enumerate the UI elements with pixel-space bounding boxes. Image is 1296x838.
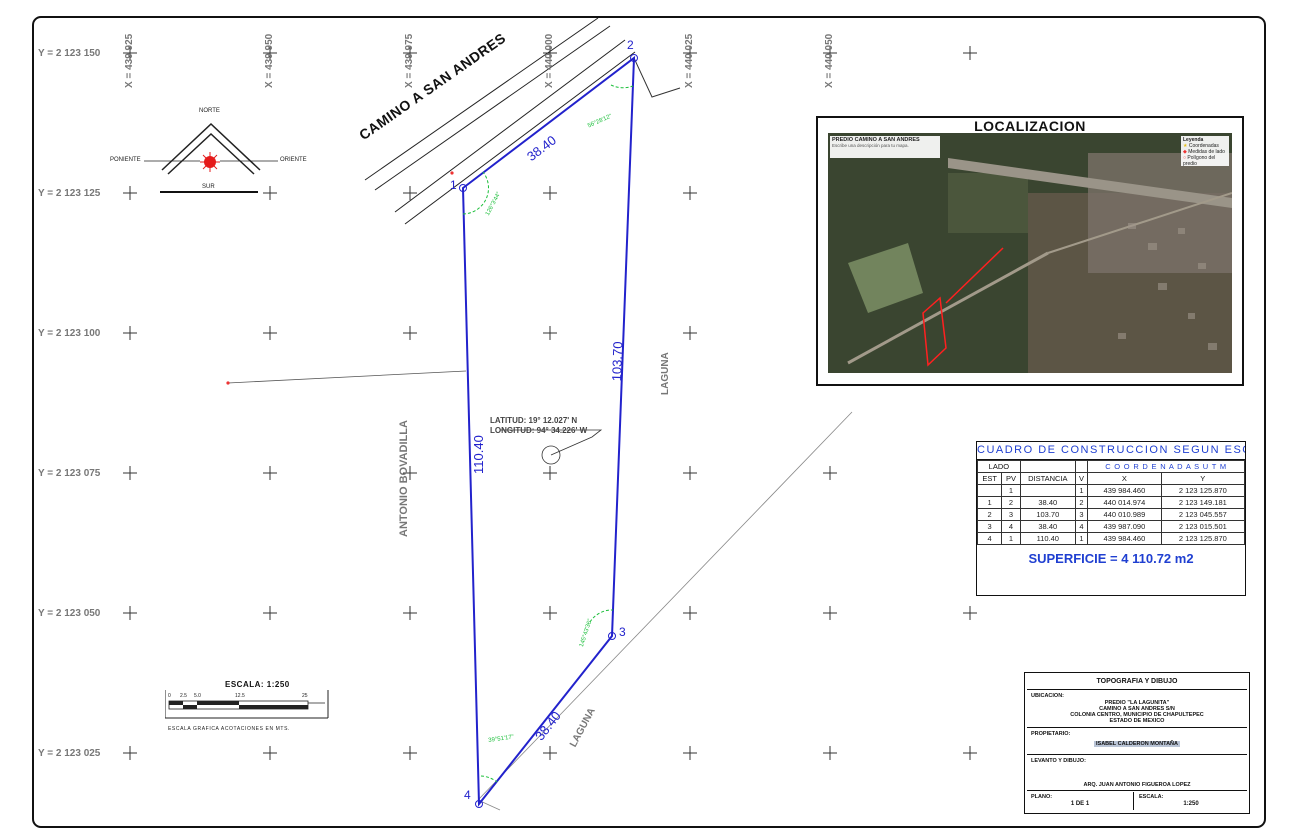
- escala-label: ESCALA:: [1139, 794, 1164, 800]
- title-block-header: TOPOGRAFIA Y DIBUJO: [1096, 678, 1178, 685]
- y-label: Y = 2 123 150: [38, 48, 101, 59]
- side-length-4-1: 110.40: [471, 435, 486, 474]
- ubicacion-line: ESTADO DE MEXICO: [1109, 718, 1165, 724]
- col-header: DISTANCIA: [1019, 472, 1076, 485]
- y-label: Y = 2 123 025: [38, 748, 101, 759]
- escala-cell: ESCALA: 1:250: [1135, 792, 1247, 810]
- vertex-label-3: 3: [619, 625, 626, 639]
- compass-south-label: SUR: [202, 184, 215, 190]
- table-row: 3 4 38.40 4 439 987.090 2 123 015.501: [976, 520, 1246, 533]
- group-header-lado: LADO: [977, 460, 1021, 473]
- compass-east-label: ORIENTE: [280, 157, 307, 163]
- group-header-blank: [1074, 460, 1089, 473]
- plano-cell: PLANO: 1 DE 1: [1027, 792, 1134, 810]
- col-header: V: [1074, 472, 1089, 485]
- street-label-east: LAGUNA: [660, 352, 671, 395]
- street-label-west: ANTONIO BOVADILLA: [398, 420, 410, 537]
- inset-info-box: PREDIO CAMINO A SAN ANDRES Escribe una d…: [830, 136, 940, 158]
- laguna-edge-line: [477, 411, 853, 801]
- plano-value: 1 DE 1: [1070, 801, 1090, 807]
- title-block-header-row: TOPOGRAFIA Y DIBUJO: [1027, 675, 1247, 690]
- vertex-2-leader: [633, 57, 681, 98]
- y-label: Y = 2 123 075: [38, 468, 101, 479]
- scale-tick: 25: [302, 693, 308, 699]
- satellite-imagery: [828, 133, 1232, 373]
- construction-table-title: CUADRO DE CONSTRUCCION SEGUN ESCRITURA: [977, 442, 1245, 460]
- col-header: EST: [976, 472, 1003, 485]
- group-header-blank: [1019, 460, 1076, 473]
- x-label: X = 440 000: [544, 33, 555, 88]
- y-label: Y = 2 123 100: [38, 328, 101, 339]
- levanto-row: LEVANTO Y DIBUJO: ARQ. JUAN ANTONIO FIGU…: [1027, 756, 1247, 791]
- compass-north-label: NORTE: [199, 108, 220, 114]
- scale-tick: 0: [168, 693, 171, 699]
- table-row: 1 1 439 984.460 2 123 125.870: [976, 484, 1246, 497]
- surface-area: SUPERFICIE = 4 110.72 m2: [1028, 551, 1194, 566]
- table-row: 1 2 38.40 2 440 014.974 2 123 149.181: [976, 496, 1246, 509]
- table-row: 4 1 110.40 1 439 984.460 2 123 125.870: [976, 532, 1246, 545]
- x-label: X = 439 925: [124, 33, 135, 88]
- x-label: X = 440 050: [824, 33, 835, 88]
- scale-tick: 12.5: [235, 693, 245, 699]
- x-label: X = 439 975: [404, 33, 415, 88]
- legend-item: ○ Polígono del predio: [1183, 155, 1216, 167]
- inset-legend: Leyenda ★ Coordenadas ◆ Medidas de lado …: [1181, 136, 1229, 167]
- table-row: 2 3 103.70 3 440 010.989 2 123 045.557: [976, 508, 1246, 521]
- side-length-2-3: 103.70: [609, 341, 626, 382]
- localization-panel: LOCALIZACION PREDIO CAMINO A SAN ANDRES …: [816, 116, 1244, 386]
- ubicacion-row: UBICACION: PREDIO "LA LAGUNITA" CAMINO A…: [1027, 691, 1247, 728]
- vertex-label-4: 4: [464, 788, 471, 802]
- construction-table: CUADRO DE CONSTRUCCION SEGUN ESCRITURA L…: [976, 441, 1246, 596]
- latitude-text: LATITUD: 19° 12.027' N: [490, 416, 578, 425]
- north-arrow: [144, 122, 278, 193]
- scale-tick: 5.0: [194, 693, 201, 699]
- graphic-scale: ESCALA: 1:250 0 2.5 5.0 12.5 25 ESCALA G…: [165, 674, 330, 734]
- y-label: Y = 2 123 125: [38, 188, 101, 199]
- escala-value: 1:250: [1183, 801, 1199, 807]
- propietario-label: PROPIETARIO:: [1031, 731, 1071, 737]
- vertex-label-1: 1: [450, 178, 457, 192]
- latlon-note: LATITUD: 19° 12.027' N LONGITUD: 94° 34.…: [490, 416, 587, 436]
- y-label: Y = 2 123 050: [38, 608, 101, 619]
- title-block: TOPOGRAFIA Y DIBUJO UBICACION: PREDIO "L…: [1024, 672, 1250, 814]
- reference-point: [226, 381, 230, 385]
- col-header: PV: [1001, 472, 1021, 485]
- scale-tick: 2.5: [180, 693, 187, 699]
- plano-label: PLANO:: [1031, 794, 1053, 800]
- group-header-coords: C O O R D E N A D A S U T M: [1087, 460, 1245, 473]
- ubicacion-label: UBICACION:: [1031, 693, 1064, 699]
- construction-table-grid: LADO C O O R D E N A D A S U T M EST PV …: [976, 460, 1246, 545]
- vertex-label-2: 2: [627, 38, 634, 52]
- west-reference-line: [227, 370, 467, 384]
- scale-caption: ESCALA GRAFICA ACOTACIONES EN MTS.: [168, 726, 290, 732]
- compass-west-label: PONIENTE: [110, 157, 141, 163]
- x-label: X = 440 025: [684, 33, 695, 88]
- satellite-map: PREDIO CAMINO A SAN ANDRES Escribe una d…: [828, 133, 1232, 373]
- localization-title: LOCALIZACION: [974, 118, 1086, 134]
- reference-point-2: [450, 171, 454, 175]
- col-header: X: [1087, 472, 1162, 485]
- levanto-value: ARQ. JUAN ANTONIO FIGUEROA LOPEZ: [1083, 782, 1191, 788]
- scale-title: ESCALA: 1:250: [225, 680, 290, 689]
- col-header: Y: [1160, 472, 1246, 485]
- propietario-value: ISABEL CALDERON MONTAÑA: [1094, 741, 1180, 747]
- x-label: X = 439 950: [264, 33, 275, 88]
- longitude-text: LONGITUD: 94° 34.226' W: [490, 426, 588, 435]
- propietario-row: PROPIETARIO: ISABEL CALDERON MONTAÑA: [1027, 729, 1247, 755]
- inset-subtitle: Escribe una descripción para tu mapa.: [832, 143, 909, 148]
- levanto-label: LEVANTO Y DIBUJO:: [1031, 758, 1086, 764]
